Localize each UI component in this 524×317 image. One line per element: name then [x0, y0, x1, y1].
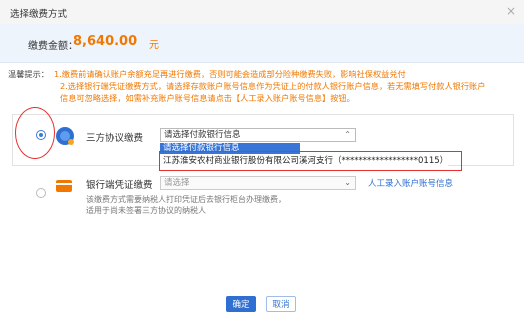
amount-section: 缴费金额： 8,640.00 元 — [0, 24, 524, 63]
bank-card-icon — [56, 180, 72, 192]
voucher-select-value: 请选择 — [164, 178, 190, 188]
dialog-titlebar: 选择缴费方式 × — [0, 0, 524, 25]
voucher-select[interactable]: 请选择 ⌄ — [160, 176, 356, 190]
notice-line-1: 1.缴费前请确认账户余额充足再进行缴费，否则可能会造成部分险种缴费失败，影响社保… — [54, 69, 406, 79]
confirm-button[interactable]: 确定 — [226, 296, 256, 312]
amount-value: 8,640.00 — [73, 34, 138, 49]
voucher-desc-2: 适用于尚未签署三方协议的纳税人 — [86, 206, 206, 215]
close-icon[interactable]: × — [506, 4, 516, 18]
manual-entry-link[interactable]: 人工录入账户账号信息 — [368, 177, 453, 189]
radio-bank-voucher[interactable] — [36, 188, 46, 198]
option-three-party-label: 三方协议缴费 — [86, 133, 144, 144]
amount-unit: 元 — [149, 40, 159, 51]
dialog-title: 选择缴费方式 — [10, 9, 68, 20]
notice-line-3: 信息可忽略选择，如需补充账户账号信息请点击【人工录入账户账号信息】按钮。 — [60, 93, 355, 103]
annotation-rect — [159, 151, 462, 171]
chevron-down-icon: ⌄ — [344, 178, 351, 187]
notice-line-2: 2.选择银行端凭证缴费方式，请选择存款账户账号信息作为凭证上的付款人银行账户信息… — [60, 81, 486, 91]
notice-title: 温馨提示： — [8, 69, 49, 79]
bank-select[interactable]: 请选择付款银行信息 ⌃ — [160, 128, 356, 142]
option-bank-voucher-label: 银行端凭证缴费 — [86, 180, 153, 191]
annotation-ellipse — [15, 107, 55, 159]
amount-label: 缴费金额： — [28, 41, 78, 52]
bank-select-value: 请选择付款银行信息 — [164, 130, 241, 140]
cancel-button[interactable]: 取消 — [266, 296, 296, 312]
chevron-up-icon: ⌃ — [344, 130, 351, 139]
voucher-desc-1: 该缴费方式需要纳税人打印凭证后去银行柜台办理缴费， — [86, 195, 286, 204]
agreement-badge-icon — [56, 127, 74, 145]
